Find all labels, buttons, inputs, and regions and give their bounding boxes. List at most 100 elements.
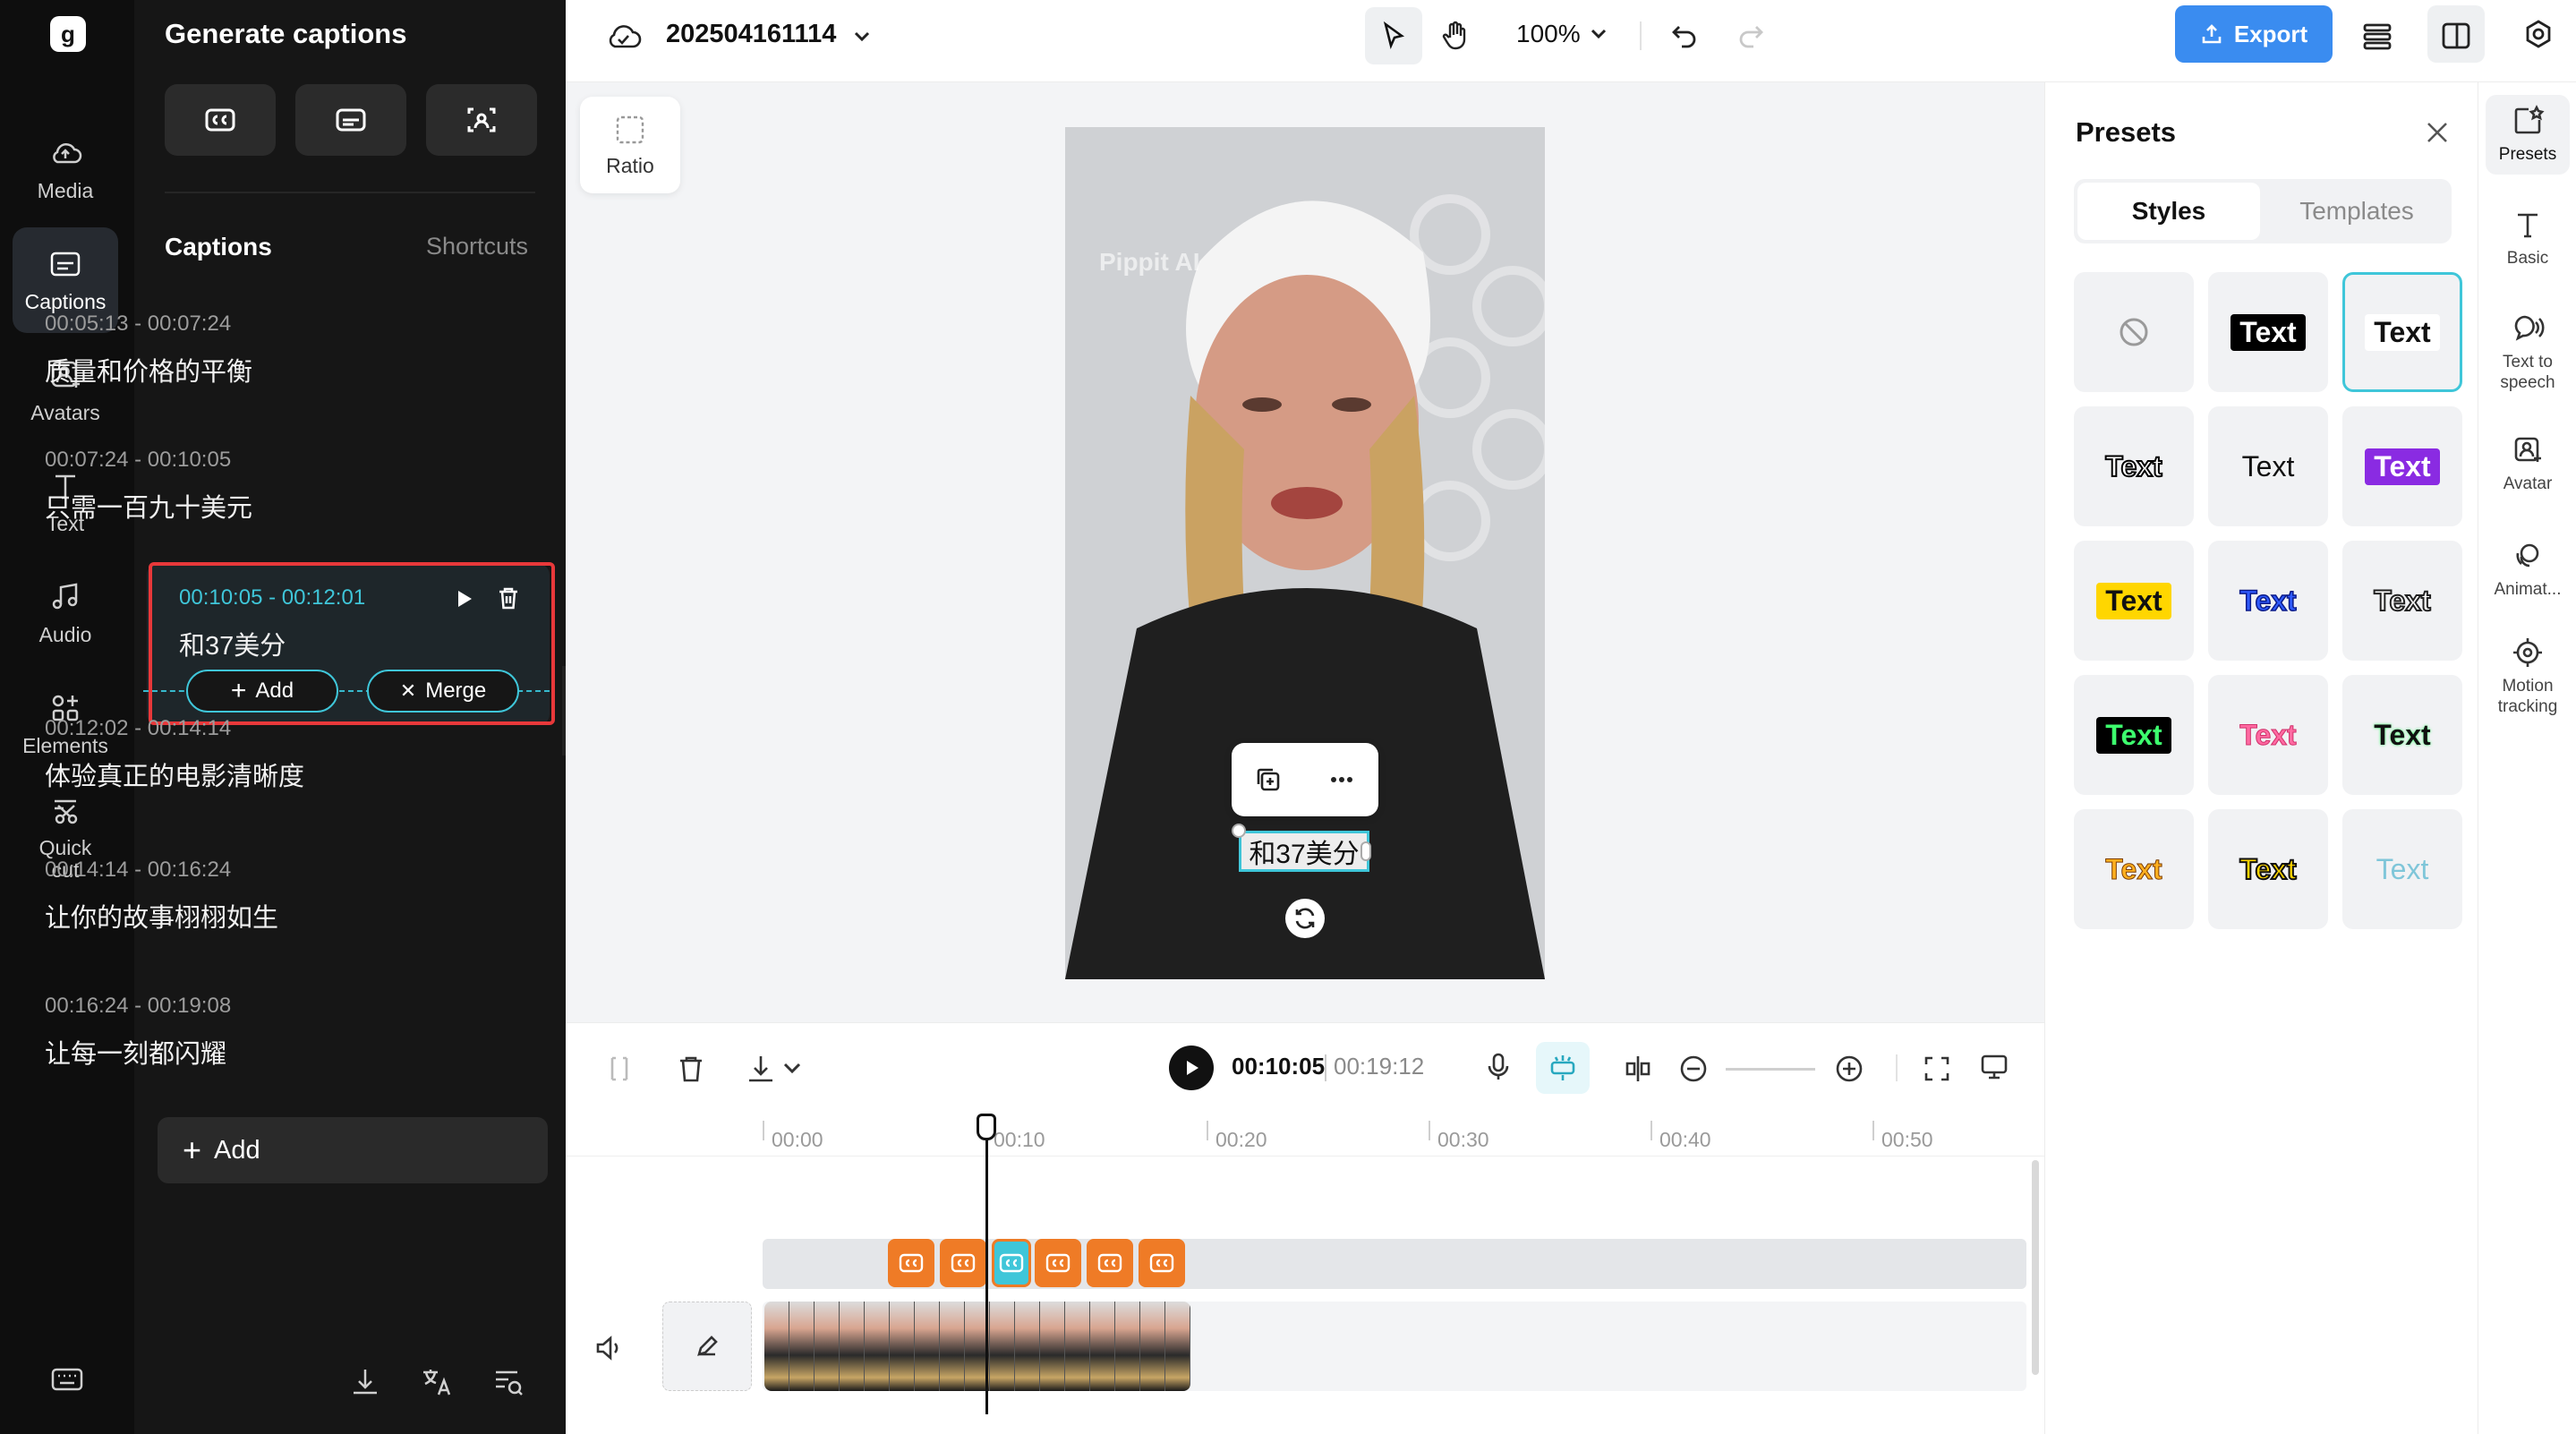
style-preset[interactable]: Text	[2074, 406, 2194, 526]
style-preset[interactable]: Text	[2074, 675, 2194, 795]
style-preset[interactable]: Text	[2342, 809, 2462, 929]
duplicate-button[interactable]	[1253, 764, 1284, 795]
rail-motion-tracking[interactable]: Motion tracking	[2486, 636, 2570, 718]
style-preset[interactable]: Text	[2342, 541, 2462, 661]
style-none[interactable]	[2074, 272, 2194, 392]
playhead-line[interactable]	[985, 1126, 988, 1414]
rail-basic-label: Basic	[2506, 249, 2549, 268]
caption-clip[interactable]	[1087, 1239, 1133, 1287]
speaker-icon	[596, 1336, 618, 1361]
style-preset[interactable]: Text	[2208, 809, 2328, 929]
nav-media[interactable]: Media	[13, 116, 118, 222]
record-voice-button[interactable]	[1482, 1051, 1514, 1083]
resize-handle[interactable]	[1232, 824, 1246, 838]
download-captions-button[interactable]	[347, 1364, 383, 1400]
rail-animation[interactable]: Animat...	[2486, 539, 2570, 601]
caption-item[interactable]: 00:16:24 - 00:19:08 让每一刻都闪耀	[45, 994, 403, 1071]
tab-styles[interactable]: Styles	[2077, 183, 2260, 240]
preview-mode-button[interactable]	[1978, 1051, 2010, 1083]
export-button[interactable]: Export	[2175, 5, 2333, 63]
rail-basic[interactable]: Basic	[2486, 208, 2570, 269]
caption-clip[interactable]	[940, 1239, 986, 1287]
resize-handle[interactable]	[1361, 841, 1371, 861]
layers-button[interactable]	[2359, 18, 2395, 54]
pencil-icon	[697, 1336, 718, 1356]
download-menu-button[interactable]	[745, 1053, 777, 1085]
more-options-button[interactable]	[1326, 764, 1357, 795]
translate-button[interactable]	[419, 1364, 455, 1400]
chevron-down-icon	[854, 31, 870, 42]
style-preset[interactable]: Text	[2074, 809, 2194, 929]
close-presets-button[interactable]	[2423, 118, 2452, 147]
split-clip-button[interactable]	[1622, 1053, 1654, 1085]
style-preset[interactable]: Text	[2074, 541, 2194, 661]
caption-clip[interactable]	[1139, 1239, 1185, 1287]
caption-text[interactable]: 让每一刻都闪耀	[45, 1033, 403, 1071]
caption-overlay[interactable]: 和37美分	[1239, 831, 1369, 872]
hand-tool-button[interactable]	[1438, 18, 1474, 54]
caption-clip-selected[interactable]	[992, 1239, 1031, 1287]
cc-icon	[1149, 1253, 1174, 1273]
caption-item[interactable]: 00:14:14 - 00:16:24 让你的故事栩栩如生	[45, 858, 403, 935]
auto-captions-button[interactable]	[165, 84, 276, 156]
fit-timeline-button[interactable]	[1921, 1053, 1953, 1085]
playhead-handle[interactable]	[977, 1114, 996, 1140]
video-clip[interactable]	[764, 1302, 1190, 1391]
redo-button[interactable]	[1735, 20, 1767, 52]
app-logo[interactable]: g	[50, 16, 86, 52]
auto-snap-toggle[interactable]	[1536, 1042, 1590, 1094]
shortcuts-link[interactable]: Shortcuts	[426, 233, 528, 260]
timeline-scrollbar[interactable]	[2032, 1160, 2039, 1375]
select-tool-button[interactable]	[1365, 7, 1422, 64]
panel-layout-button[interactable]	[2438, 18, 2474, 54]
style-preset[interactable]: Text	[2208, 541, 2328, 661]
caption-text[interactable]: 只需一百九十美元	[45, 487, 403, 525]
tab-templates[interactable]: Templates	[2265, 183, 2448, 240]
rail-presets[interactable]: Presets	[2486, 95, 2570, 175]
rail-avatar[interactable]: Avatar	[2486, 433, 2570, 495]
zoom-out-button[interactable]	[1677, 1053, 1710, 1085]
style-preset[interactable]: Text	[2208, 675, 2328, 795]
caption-text[interactable]: 让你的故事栩栩如生	[45, 897, 403, 935]
rotate-handle[interactable]	[1285, 899, 1325, 938]
add-caption-button[interactable]: + Add	[158, 1117, 548, 1183]
timeline-zoom-slider[interactable]	[1726, 1068, 1815, 1071]
project-menu-toggle[interactable]	[850, 25, 874, 48]
settings-button[interactable]	[2521, 18, 2556, 54]
zoom-level[interactable]: 100%	[1516, 20, 1581, 48]
style-preset-selected[interactable]: Text	[2342, 272, 2462, 392]
clip-thumbnail	[865, 1302, 890, 1391]
edit-cover-button[interactable]	[662, 1302, 752, 1391]
split-button[interactable]	[603, 1053, 635, 1085]
project-name[interactable]: 202504161114	[666, 20, 836, 49]
rail-text-to-speech[interactable]: Text to speech	[2486, 312, 2570, 394]
style-preset[interactable]: Text	[2208, 272, 2328, 392]
caption-item[interactable]: 00:07:24 - 00:10:05 只需一百九十美元	[45, 448, 403, 525]
undo-button[interactable]	[1668, 20, 1701, 52]
subtitle-file-button[interactable]	[295, 84, 406, 156]
find-replace-button[interactable]	[490, 1364, 526, 1400]
style-preset[interactable]: Text	[2208, 406, 2328, 526]
cloud-sync-status[interactable]	[605, 20, 643, 52]
track-mute-button[interactable]	[593, 1332, 625, 1364]
caption-clip[interactable]	[1035, 1239, 1081, 1287]
zoom-menu-toggle[interactable]	[1588, 23, 1609, 45]
scan-captions-button[interactable]	[426, 84, 537, 156]
ratio-button[interactable]: Ratio	[580, 97, 680, 193]
caption-text[interactable]: 质量和价格的平衡	[45, 351, 403, 388]
play-button[interactable]	[1169, 1046, 1214, 1090]
redo-icon	[1739, 26, 1763, 48]
delete-button[interactable]	[675, 1053, 707, 1085]
caption-text[interactable]: 体验真正的电影清晰度	[45, 755, 403, 793]
zoom-in-button[interactable]	[1833, 1053, 1865, 1085]
style-sample: Text	[2374, 718, 2431, 751]
caption-item[interactable]: 00:12:02 - 00:14:14 体验真正的电影清晰度	[45, 716, 403, 793]
caption-item[interactable]: 00:05:13 - 00:07:24 质量和价格的平衡	[45, 312, 403, 388]
style-preset[interactable]: Text	[2342, 406, 2462, 526]
download-menu-toggle[interactable]	[780, 1056, 804, 1080]
nav-audio[interactable]: Audio	[13, 560, 118, 666]
keyboard-shortcuts-button[interactable]	[48, 1361, 86, 1398]
caption-clip[interactable]	[888, 1239, 934, 1287]
style-preset[interactable]: Text	[2342, 675, 2462, 795]
ruler-tick	[1651, 1121, 1652, 1140]
